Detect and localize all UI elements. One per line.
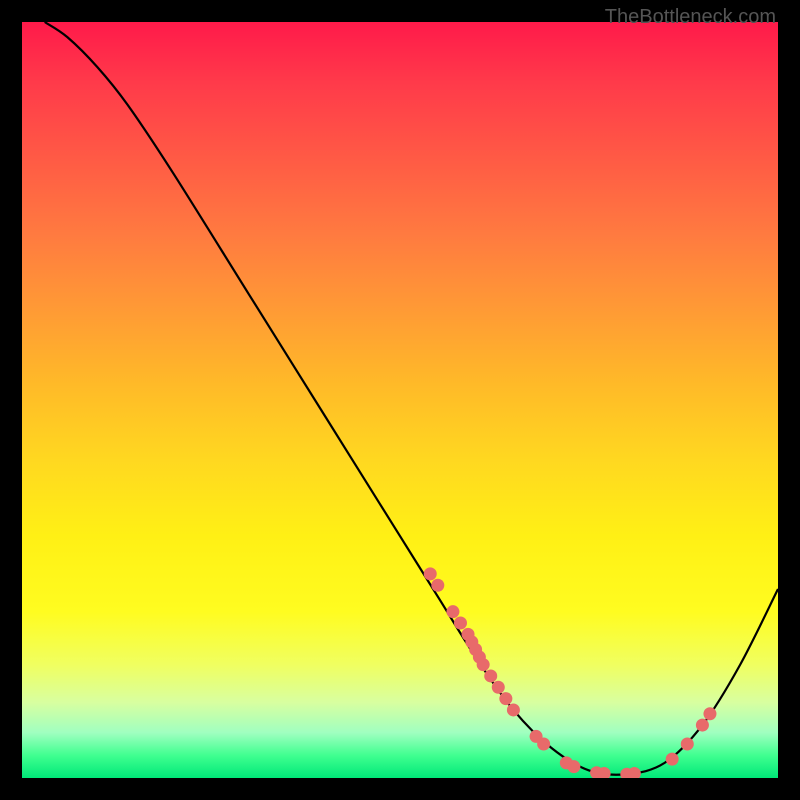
- data-dot: [703, 707, 716, 720]
- data-dot: [484, 669, 497, 682]
- data-dot: [567, 760, 580, 773]
- data-dot: [666, 753, 679, 766]
- data-dot: [537, 737, 550, 750]
- data-dots: [424, 567, 717, 778]
- data-dot: [681, 737, 694, 750]
- watermark: TheBottleneck.com: [605, 6, 776, 29]
- bottleneck-curve: [45, 22, 778, 775]
- data-dot: [499, 692, 512, 705]
- data-dot: [696, 719, 709, 732]
- data-dot: [492, 681, 505, 694]
- chart-svg: [22, 22, 778, 778]
- data-dot: [477, 658, 490, 671]
- data-dot: [454, 617, 467, 630]
- data-dot: [507, 703, 520, 716]
- data-dot: [424, 567, 437, 580]
- data-dot: [446, 605, 459, 618]
- data-dot: [431, 579, 444, 592]
- plot-area: [22, 22, 778, 778]
- chart-container: TheBottleneck.com: [0, 0, 800, 800]
